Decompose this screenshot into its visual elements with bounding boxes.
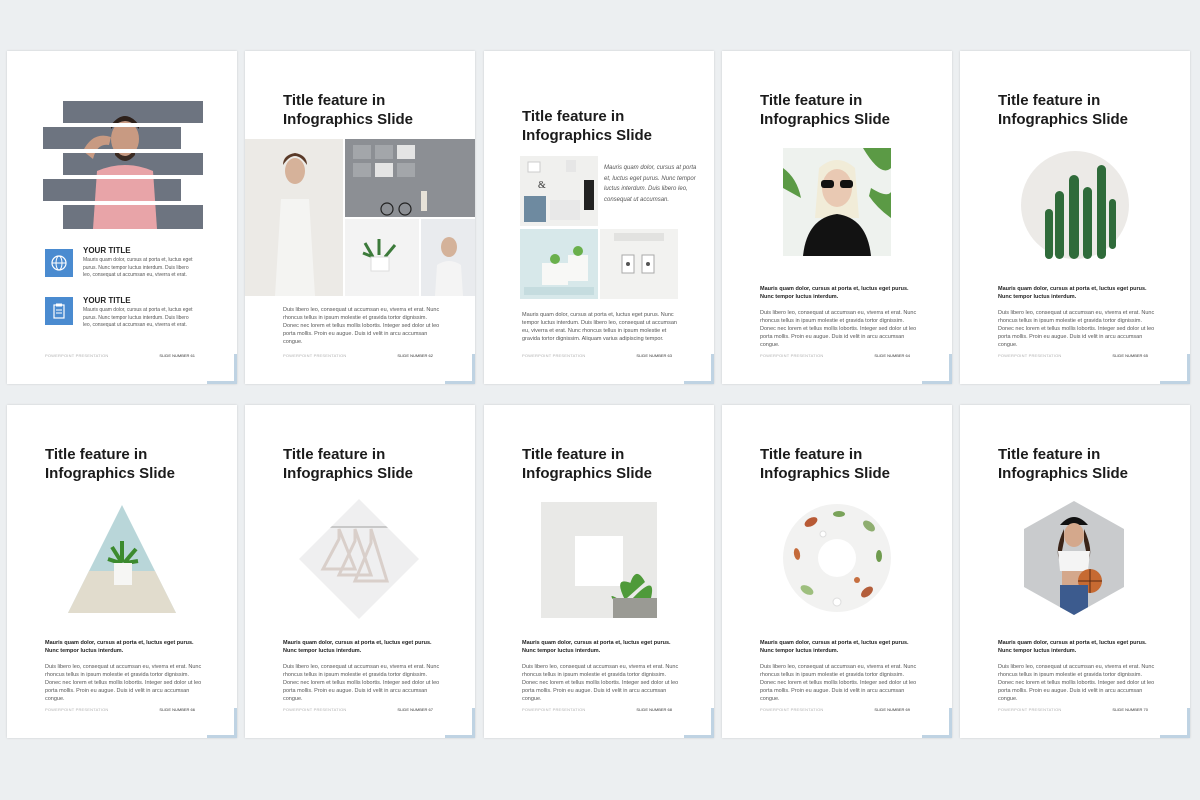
corner-accent [1160,708,1190,738]
slide-title: Title feature in Infographics Slide [522,446,653,482]
slide-number: SLIDE NUMBER 64 [874,353,910,358]
footer-label: POWERPOINT PRESENTATION [283,353,347,358]
interior-photo: & [520,156,598,226]
corner-accent [684,354,714,384]
slide-64[interactable]: Title feature in Infographics Slide Maur… [722,51,952,384]
slide-body: Duis libero leo, consequat ut accumsan e… [760,310,917,348]
footer-label: POWERPOINT PRESENTATION [283,707,347,712]
footer-label: POWERPOINT PRESENTATION [522,707,586,712]
slide-title: Title feature in Infographics Slide [760,92,891,128]
slide-number: SLIDE NUMBER 62 [397,353,433,358]
slide-lead: Mauris quam dolor, cursus at porta et, l… [283,640,432,654]
slide-61[interactable]: YOUR TITLE Mauris quam dolor, cursus at … [7,51,237,384]
slide-title: Title feature in Infographics Slide [283,92,414,128]
woman-basketball-hexagon-photo [1024,501,1124,615]
footer-label: POWERPOINT PRESENTATION [45,707,109,712]
slide-number: SLIDE NUMBER 63 [636,353,672,358]
corner-accent [207,708,237,738]
footer-label: POWERPOINT PRESENTATION [998,707,1062,712]
slide-title: Title feature in Infographics Slide [760,446,891,482]
slide-body: Duis libero leo, consequat ut accumsan e… [283,664,440,702]
corner-accent [922,708,952,738]
slide-lead: Mauris quam dolor, cursus at porta et, l… [998,286,1147,300]
footer-label: POWERPOINT PRESENTATION [760,353,824,358]
quote-text: Mauris quam dolor, cursus at porta et, l… [604,165,697,203]
slide-body: Mauris quam dolor, cursus at porta et, l… [522,312,677,342]
clipboard-icon [45,297,73,325]
slide-number: SLIDE NUMBER 66 [159,707,195,712]
slide-title: Title feature in Infographics Slide [283,446,414,482]
slide-number: SLIDE NUMBER 70 [1112,707,1148,712]
slide-65[interactable]: Title feature in Infographics Slide Maur… [960,51,1190,384]
slide-number: SLIDE NUMBER 61 [159,353,195,358]
photo-collage [245,139,475,296]
slide-title: Title feature in Infographics Slide [998,446,1129,482]
item-text: Mauris quam dolor, cursus at porta et, l… [83,307,193,328]
slide-body: Duis libero leo, consequat ut accumsan e… [760,664,917,702]
slide-number: SLIDE NUMBER 65 [1112,353,1148,358]
hangers-diamond-photo [299,499,419,619]
corner-accent [445,708,475,738]
slide-lead: Mauris quam dolor, cursus at porta et, l… [998,640,1147,654]
footer-label: POWERPOINT PRESENTATION [998,353,1062,358]
slide-lead: Mauris quam dolor, cursus at porta et, l… [45,640,194,654]
slide-lead: Mauris quam dolor, cursus at porta et, l… [522,640,671,654]
slide-title: Title feature in Infographics Slide [998,92,1129,128]
slide-lead: Mauris quam dolor, cursus at porta et, l… [760,286,909,300]
slide-66[interactable]: Title feature in Infographics Slide Maur… [7,405,237,738]
plant-triangle-photo [68,505,176,613]
slide-69[interactable]: Title feature in Infographics Slide Maur… [722,405,952,738]
striped-portrait-image [43,101,203,229]
globe-icon [45,249,73,277]
slide-number: SLIDE NUMBER 69 [874,707,910,712]
leaves-ring-photo [783,504,891,612]
slide-62[interactable]: Title feature in Infographics Slide Duis… [245,51,475,384]
item-title: YOUR TITLE [83,246,131,255]
slide-body: Duis libero leo, consequat ut accumsan e… [283,307,440,345]
slide-lead: Mauris quam dolor, cursus at porta et, l… [760,640,909,654]
woman-sunglasses-photo [783,148,891,256]
slide-67[interactable]: Title feature in Infographics Slide Maur… [245,405,475,738]
outlet-photo [600,229,678,299]
slide-title: Title feature in Infographics Slide [45,446,176,482]
item-text: Mauris quam dolor, cursus at porta et, l… [83,257,193,278]
slide-title: Title feature in Infographics Slide [522,108,653,144]
footer-label: POWERPOINT PRESENTATION [45,353,109,358]
slide-63[interactable]: Title feature in Infographics Slide & Ma… [484,51,714,384]
svg-text:&: & [538,180,546,191]
item-title: YOUR TITLE [83,296,131,305]
slide-body: Duis libero leo, consequat ut accumsan e… [522,664,679,702]
corner-accent [922,354,952,384]
cactus-circle-photo [1021,151,1129,259]
corner-accent [1160,354,1190,384]
slide-number: SLIDE NUMBER 68 [636,707,672,712]
slide-body: Duis libero leo, consequat ut accumsan e… [45,664,202,702]
slide-number: SLIDE NUMBER 67 [397,707,433,712]
slide-70[interactable]: Title feature in Infographics Slide Maur… [960,405,1190,738]
footer-label: POWERPOINT PRESENTATION [760,707,824,712]
slide-68[interactable]: Title feature in Infographics Slide Maur… [484,405,714,738]
corner-accent [684,708,714,738]
slide-body: Duis libero leo, consequat ut accumsan e… [998,310,1155,348]
corner-accent [207,354,237,384]
footer-label: POWERPOINT PRESENTATION [522,353,586,358]
cake-photo [520,229,598,299]
succulent-frame-photo [541,502,657,618]
corner-accent [445,354,475,384]
slide-body: Duis libero leo, consequat ut accumsan e… [998,664,1155,702]
